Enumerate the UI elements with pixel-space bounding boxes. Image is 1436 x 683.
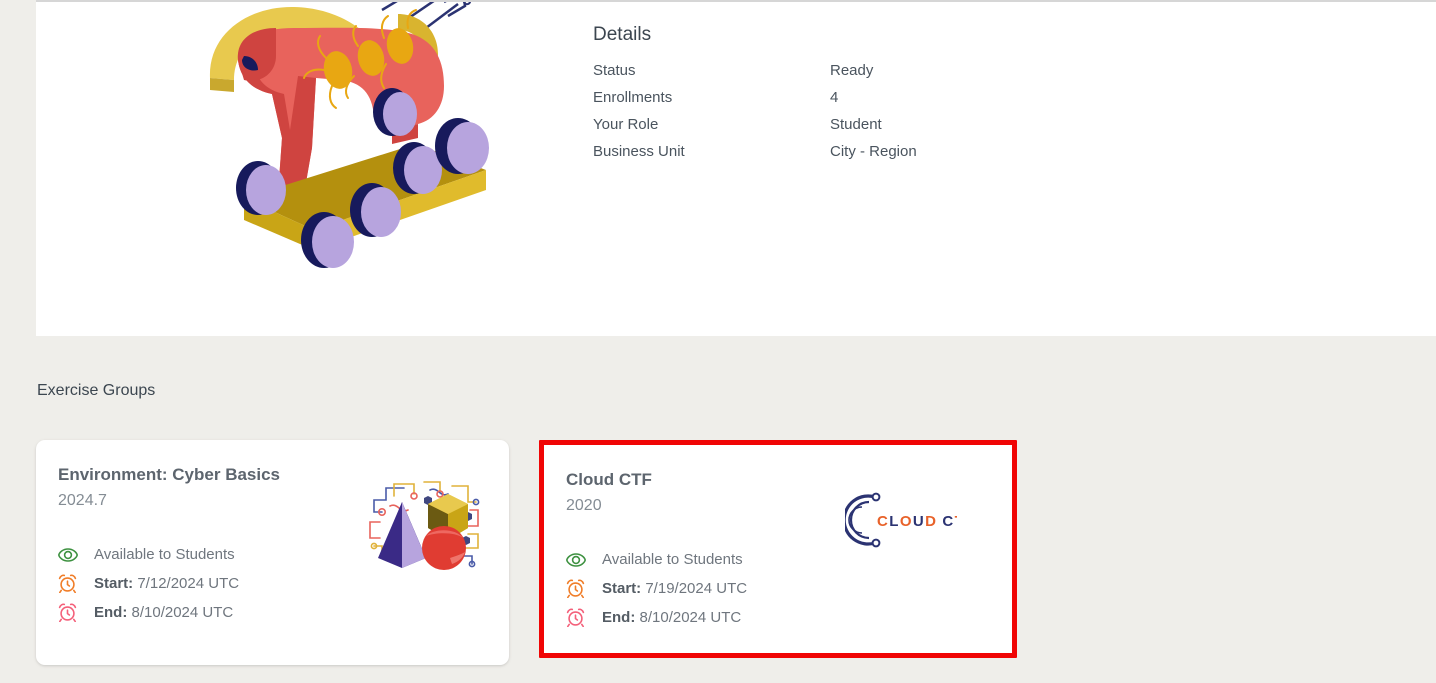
cloud-ctf-logo: CLOUDCTF [845,489,957,551]
card-meta-list: Available to Students [58,540,239,627]
card-availability-label: Available to Students [602,550,743,568]
details-value-enrollments: 4 [830,89,839,106]
eye-icon [58,545,80,565]
card-end-row: End: 8/10/2024 UTC [566,603,747,632]
trojan-horse-illustration [186,2,516,270]
exercise-group-card-cloud-ctf[interactable]: Cloud CTF 2020 Available to Students Sta… [544,445,1012,653]
card-title: Cloud CTF [566,470,652,489]
card-start-row: Start: 7/19/2024 UTC [566,574,747,603]
exercise-group-card-slot: Environment: Cyber Basics 2024.7 Availab… [36,440,509,665]
card-start-label: Start: [602,579,642,597]
details-table: Status Ready Enrollments 4 Your Role Stu… [593,57,917,165]
card-version: 2020 [566,497,602,514]
alarm-clock-icon-start [58,574,80,594]
details-row-business-unit: Business Unit City - Region [593,138,917,165]
details-key-business-unit: Business Unit [593,143,685,160]
details-value-business-unit: City - Region [830,143,917,160]
card-start-text: Start: 7/12/2024 UTC [94,574,239,594]
card-end-label: End: [602,608,636,626]
card-start-text: Start: 7/19/2024 UTC [602,579,747,599]
card-start-label: Start: [94,574,134,592]
eye-icon [566,550,588,570]
card-availability-row: Available to Students [566,545,747,574]
card-start-row: Start: 7/12/2024 UTC [58,569,239,598]
card-availability-label: Available to Students [94,545,235,563]
card-end-row: End: 8/10/2024 UTC [58,598,239,627]
card-title: Environment: Cyber Basics [58,465,281,484]
card-start-value: 7/19/2024 UTC [645,579,748,597]
card-start-value: 7/12/2024 UTC [137,574,240,592]
exercise-groups-heading: Exercise Groups [37,382,156,399]
shapes-circuit-illustration [364,476,486,576]
exercise-groups-list: Environment: Cyber Basics 2024.7 Availab… [36,440,1017,665]
details-heading: Details [593,24,652,45]
details-row-enrollments: Enrollments 4 [593,84,917,111]
details-key-status: Status [593,62,636,79]
details-row-your-role: Your Role Student [593,111,917,138]
alarm-clock-icon-end [566,608,588,628]
card-version: 2024.7 [58,492,107,509]
details-block: Details Status Ready Enrollments 4 Your … [593,22,1113,165]
card-end-value: 8/10/2024 UTC [639,608,742,626]
card-meta-list: Available to Students [566,545,747,632]
alarm-clock-icon-end [58,603,80,623]
card-end-text: End: 8/10/2024 UTC [94,603,233,623]
details-key-your-role: Your Role [593,116,659,133]
alarm-clock-icon-start [566,579,588,599]
card-end-text: End: 8/10/2024 UTC [602,608,741,628]
exercise-group-card-highlight-outline: Cloud CTF 2020 Available to Students Sta… [539,440,1017,658]
details-value-status: Ready [830,62,874,79]
details-row-status: Status Ready [593,57,917,84]
details-value-your-role: Student [830,116,882,133]
course-detail-panel: Details Status Ready Enrollments 4 Your … [36,0,1436,336]
details-key-enrollments: Enrollments [593,89,673,106]
svg-text:CLOUDCTF: CLOUDCTF [877,513,957,530]
exercise-group-card-cyber-basics[interactable]: Environment: Cyber Basics 2024.7 Availab… [36,440,509,665]
card-availability-row: Available to Students [58,540,239,569]
card-end-value: 8/10/2024 UTC [131,603,234,621]
card-end-label: End: [94,603,128,621]
